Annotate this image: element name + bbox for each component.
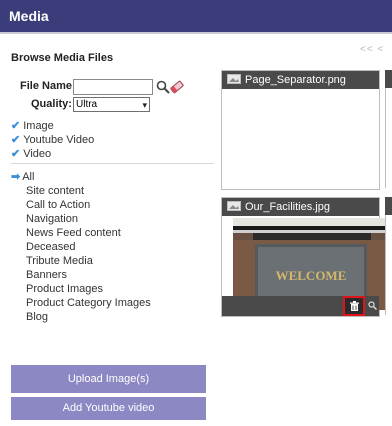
pager-nav[interactable]: << < bbox=[360, 44, 384, 55]
checkmark-icon: ✔ bbox=[11, 120, 21, 132]
search-icon[interactable] bbox=[156, 80, 170, 94]
add-youtube-video-button[interactable]: Add Youtube video bbox=[11, 397, 206, 420]
browse-heading: Browse Media Files bbox=[11, 52, 114, 64]
quality-select[interactable]: Ultra ▾ bbox=[73, 97, 150, 112]
media-tile-edge bbox=[385, 70, 392, 88]
category-banners[interactable]: Banners bbox=[26, 268, 151, 282]
highlighted-action-button[interactable] bbox=[343, 296, 365, 316]
category-navigation[interactable]: Navigation bbox=[26, 212, 151, 226]
title-bar: Media bbox=[0, 0, 392, 34]
file-name-input[interactable] bbox=[73, 79, 153, 95]
file-name-label: File Name: bbox=[20, 80, 76, 92]
media-tile-edge-body bbox=[385, 215, 392, 315]
category-blog[interactable]: Blog bbox=[26, 310, 151, 324]
media-tile-edge-body bbox=[385, 88, 392, 188]
type-image-label: Image bbox=[23, 120, 54, 132]
media-tile-edge bbox=[385, 197, 392, 215]
checkmark-icon: ✔ bbox=[11, 148, 21, 160]
media-tile-page-separator[interactable]: Page_Separator.png bbox=[221, 70, 380, 190]
image-file-icon bbox=[227, 201, 241, 212]
window-title: Media bbox=[9, 8, 49, 24]
category-tribute-media[interactable]: Tribute Media bbox=[26, 254, 151, 268]
quality-label: Quality: bbox=[31, 98, 72, 110]
category-all[interactable]: ➡ All bbox=[11, 170, 34, 183]
media-filename: Our_Facilities.jpg bbox=[245, 201, 330, 213]
category-all-label: All bbox=[22, 171, 35, 183]
category-product-category-images[interactable]: Product Category Images bbox=[26, 296, 151, 310]
category-product-images[interactable]: Product Images bbox=[26, 282, 151, 296]
category-site-content[interactable]: Site content bbox=[26, 184, 151, 198]
type-video-label: Video bbox=[23, 148, 52, 160]
category-news-feed-content[interactable]: News Feed content bbox=[26, 226, 151, 240]
media-tile-header: Our_Facilities.jpg bbox=[222, 198, 379, 216]
category-call-to-action[interactable]: Call to Action bbox=[26, 198, 151, 212]
divider bbox=[11, 163, 214, 164]
quality-value: Ultra bbox=[76, 99, 98, 110]
type-youtube-label: Youtube Video bbox=[23, 134, 95, 146]
arrow-right-icon: ➡ bbox=[11, 171, 21, 183]
category-list: Site content Call to Action Navigation N… bbox=[26, 184, 151, 324]
welcome-mat-text: WELCOME bbox=[276, 268, 347, 283]
zoom-icon[interactable] bbox=[368, 301, 377, 310]
checkmark-icon: ✔ bbox=[11, 134, 21, 146]
type-youtube-video[interactable]: ✔ Youtube Video bbox=[11, 133, 94, 146]
type-video[interactable]: ✔ Video bbox=[11, 147, 51, 160]
upload-images-button[interactable]: Upload Image(s) bbox=[11, 365, 206, 393]
media-tile-header: Page_Separator.png bbox=[222, 71, 379, 89]
eraser-icon[interactable] bbox=[170, 80, 184, 94]
chevron-down-icon: ▾ bbox=[142, 100, 147, 110]
category-deceased[interactable]: Deceased bbox=[26, 240, 151, 254]
trash-icon bbox=[350, 301, 359, 311]
media-filename: Page_Separator.png bbox=[245, 74, 346, 86]
image-file-icon bbox=[227, 74, 241, 85]
type-image[interactable]: ✔ Image bbox=[11, 119, 54, 132]
media-tile-our-facilities[interactable]: Our_Facilities.jpg WELCOME bbox=[221, 197, 388, 317]
